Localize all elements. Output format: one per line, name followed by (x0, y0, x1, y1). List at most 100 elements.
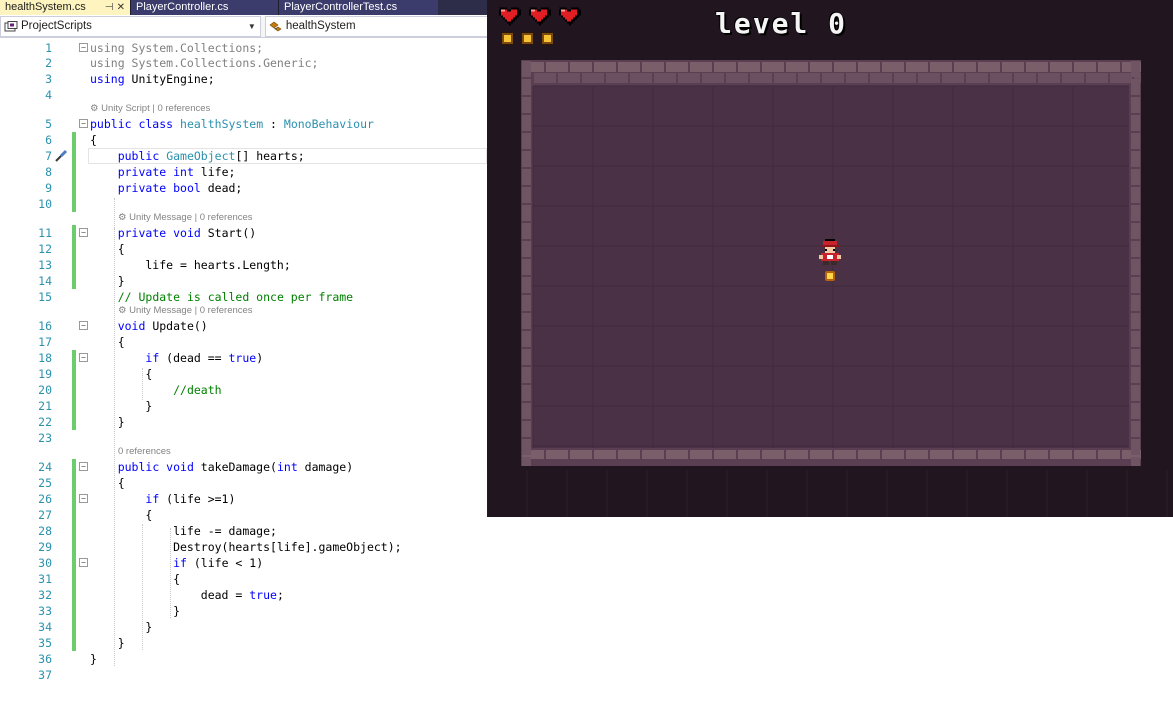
tab-playercontroller[interactable]: PlayerController.cs (130, 0, 278, 15)
line-number: 10 (38, 197, 52, 211)
code-line[interactable]: 30 − if (life < 1) (0, 555, 487, 571)
code-line[interactable]: 13 life = hearts.Length; (0, 257, 487, 273)
collapse-icon[interactable]: − (79, 321, 88, 330)
code-line[interactable]: 37 (0, 667, 487, 683)
code-line[interactable]: 22 } (0, 414, 487, 430)
collapse-icon[interactable]: − (79, 558, 88, 567)
code-line[interactable]: 2 using System.Collections.Generic; (0, 55, 487, 71)
code-text[interactable]: { (90, 241, 125, 257)
code-area[interactable]: 1− using System.Collections; 2 using System… (0, 38, 487, 709)
code-line[interactable]: 14 } (0, 273, 487, 289)
code-line[interactable]: 29 Destroy(hearts[life].gameObject); (0, 539, 487, 555)
codelens-annotation[interactable]: ⚙ Unity Message | 0 references (118, 212, 253, 224)
collapse-icon[interactable]: − (79, 43, 88, 52)
tab-playercontrollertest[interactable]: PlayerControllerTest.cs (278, 0, 438, 15)
code-text[interactable]: if (life < 1) (90, 555, 263, 571)
code-line[interactable]: 9 private bool dead; (0, 180, 487, 196)
code-text[interactable]: } (90, 398, 152, 414)
code-text[interactable]: // Update is called once per frame (90, 289, 353, 305)
wall-brick (1131, 169, 1140, 185)
close-icon[interactable]: ✕ (117, 0, 125, 15)
code-text[interactable]: public void takeDamage(int damage) (90, 459, 353, 475)
code-line[interactable]: 31 { (0, 571, 487, 587)
project-dropdown[interactable]: ProjectScripts ▼ (0, 16, 261, 37)
collapse-icon[interactable]: − (79, 353, 88, 362)
code-line[interactable]: 20 //death (0, 382, 487, 398)
code-line[interactable]: 11− private void Start() (0, 225, 487, 241)
code-text[interactable]: { (90, 507, 152, 523)
code-line[interactable]: 5 − public class healthSystem : MonoBehavi… (0, 116, 487, 132)
member-dropdown[interactable]: healthSystem (264, 16, 487, 37)
code-line[interactable]: 23 (0, 430, 487, 446)
wall-brick (954, 450, 976, 459)
code-line[interactable]: 27 { (0, 507, 487, 523)
line-number: 27 (38, 508, 52, 522)
code-line[interactable]: 33 } (0, 603, 487, 619)
collapse-icon[interactable]: − (79, 462, 88, 471)
code-line[interactable]: 7 public GameObject[] hearts; (0, 148, 487, 164)
pin-icon[interactable]: ⊣ (105, 0, 114, 15)
code-line[interactable]: 1 − using System.Collections; (0, 40, 487, 56)
line-number: 35 (38, 636, 52, 650)
code-text[interactable]: if (dead == true) (90, 350, 263, 366)
code-text[interactable]: life -= damage; (90, 523, 277, 539)
code-text[interactable]: using System.Collections; (90, 40, 263, 56)
code-text[interactable]: } (90, 414, 125, 430)
code-text[interactable]: { (90, 475, 125, 491)
code-line[interactable]: 8 private int life; (0, 164, 487, 180)
code-line[interactable]: 17 { (0, 334, 487, 350)
code-text[interactable]: } (90, 603, 180, 619)
code-line[interactable]: 28 life -= damage; (0, 523, 487, 539)
code-line[interactable]: 25 { (0, 475, 487, 491)
wall-brick (1131, 223, 1140, 239)
code-text[interactable]: if (life >=1) (90, 491, 235, 507)
code-line[interactable]: 36} (0, 651, 487, 667)
wall-brick (1002, 450, 1024, 459)
tab-healthsystem[interactable]: healthSystem.cs ⊣ ✕ (0, 0, 130, 15)
code-text[interactable]: dead = true; (90, 587, 284, 603)
code-text[interactable]: } (90, 273, 125, 289)
code-text[interactable]: private int life; (90, 164, 236, 180)
code-line[interactable]: 24 − public void takeDamage(int damage) (0, 459, 487, 475)
collapse-icon[interactable]: − (79, 494, 88, 503)
code-text[interactable]: public GameObject[] hearts; (90, 148, 305, 164)
code-text[interactable]: Destroy(hearts[life].gameObject); (90, 539, 401, 555)
code-text[interactable]: using UnityEngine; (90, 71, 215, 87)
code-line[interactable]: 21 } (0, 398, 487, 414)
wall-brick (1131, 295, 1140, 311)
code-text[interactable]: private bool dead; (90, 180, 243, 196)
line-number: 19 (38, 367, 52, 381)
code-text[interactable]: void Update() (90, 318, 208, 334)
coin-icon (542, 33, 553, 44)
code-text[interactable]: { (90, 334, 125, 350)
change-marker (72, 225, 76, 241)
code-text[interactable]: { (90, 571, 180, 587)
code-line[interactable]: 34 } (0, 619, 487, 635)
code-text[interactable]: life = hearts.Length; (90, 257, 290, 273)
code-text[interactable]: public class healthSystem : MonoBehaviou… (90, 116, 374, 132)
code-line[interactable]: 4 (0, 87, 487, 103)
code-line[interactable]: 35 } (0, 635, 487, 651)
codelens-annotation[interactable]: ⚙ Unity Script | 0 references (90, 103, 210, 115)
line-number: 24 (38, 460, 52, 474)
code-line[interactable]: 10 (0, 196, 487, 212)
code-text[interactable]: } (90, 635, 125, 651)
wall-brick (918, 73, 940, 83)
code-line[interactable]: 19 { (0, 366, 487, 382)
code-line[interactable]: 6{ (0, 132, 487, 148)
code-line[interactable]: 16 − void Update() (0, 318, 487, 334)
codelens-annotation[interactable]: ⚙ Unity Message | 0 references (118, 305, 253, 317)
code-text[interactable]: { (90, 132, 97, 148)
code-text[interactable]: using System.Collections.Generic; (90, 55, 318, 71)
codelens-annotation[interactable]: 0 references (118, 446, 171, 458)
code-text[interactable]: } (90, 651, 97, 667)
code-text[interactable]: //death (90, 382, 221, 398)
code-line[interactable]: 15 // Update is called once per frame (0, 289, 487, 305)
code-line[interactable]: 32 dead = true; (0, 587, 487, 603)
code-line[interactable]: 26 − if (life >=1) (0, 491, 487, 507)
collapse-icon[interactable]: − (79, 119, 88, 128)
code-line[interactable]: 3 using UnityEngine; (0, 71, 487, 87)
collapse-icon[interactable]: − (79, 228, 88, 237)
code-line[interactable]: 18 − if (dead == true) (0, 350, 487, 366)
code-line[interactable]: 12 { (0, 241, 487, 257)
